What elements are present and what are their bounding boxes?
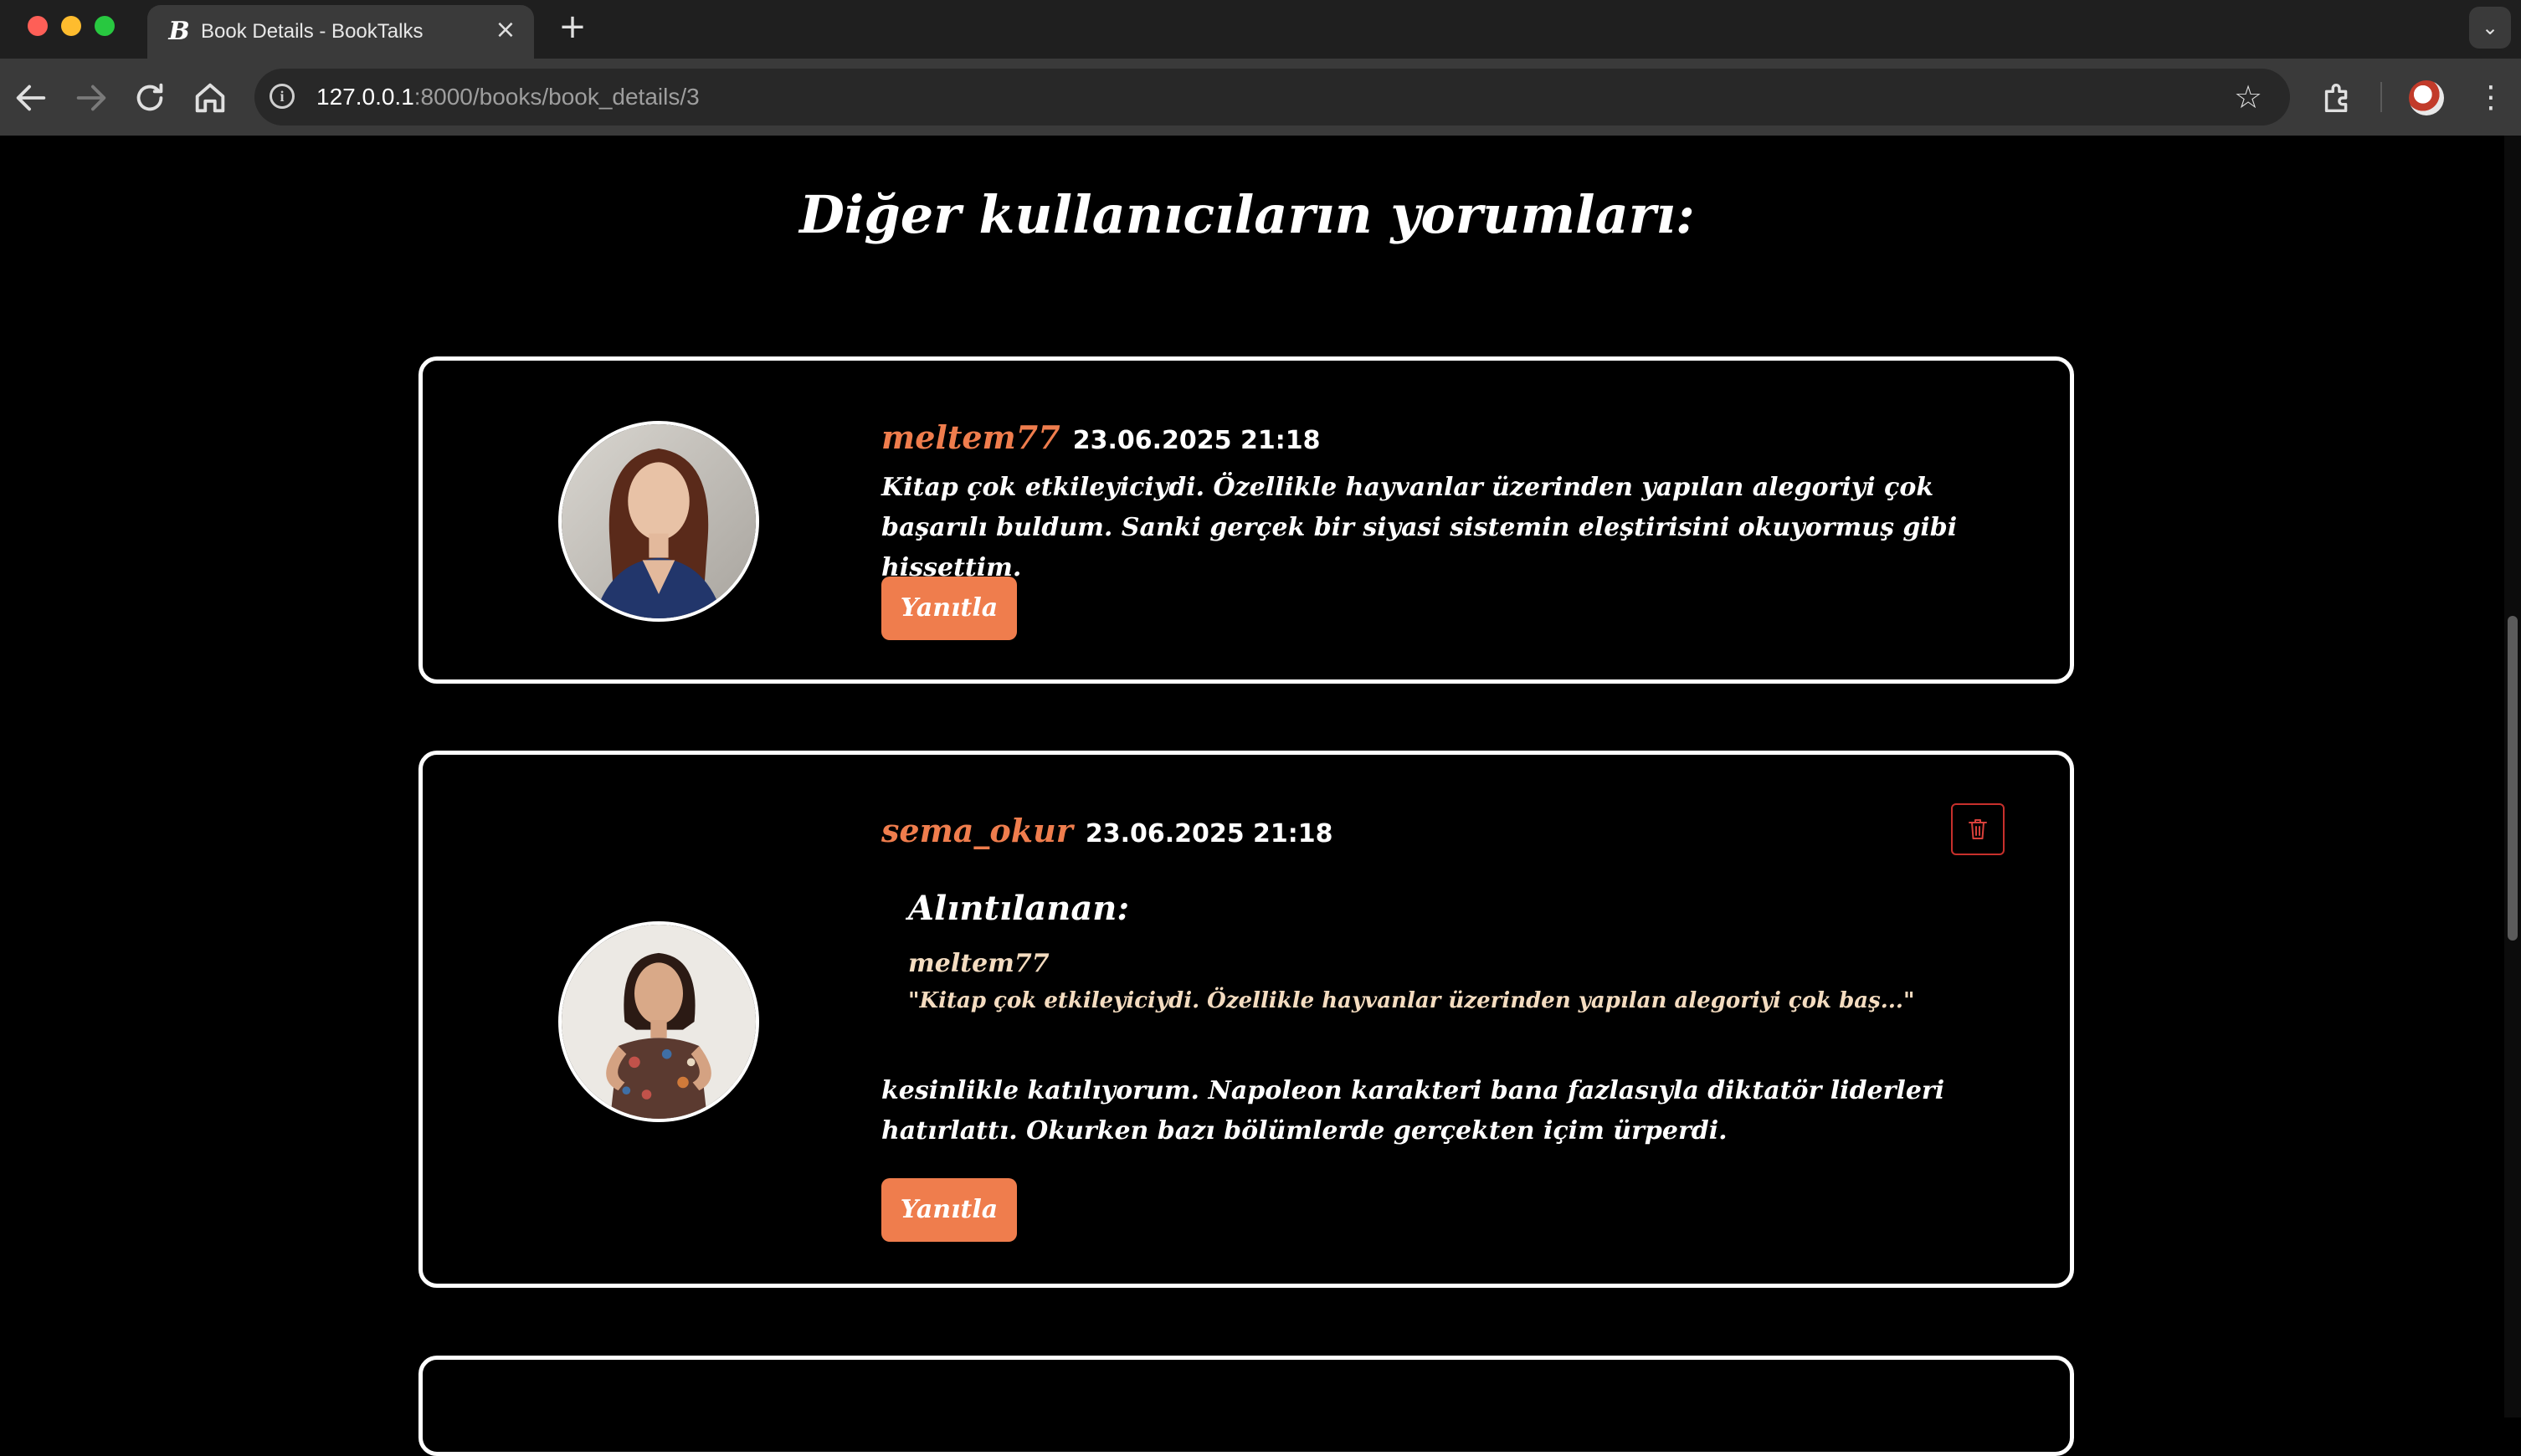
browser-tab[interactable]: B Book Details - BookTalks × — [147, 5, 534, 59]
new-tab-icon[interactable]: + — [556, 10, 589, 44]
tab-search-icon[interactable]: ⌄ — [2469, 7, 2511, 49]
tab-title: Book Details - BookTalks — [201, 20, 424, 43]
comment-header: meltem77 23.06.2025 21:18 — [881, 414, 1320, 464]
reload-icon[interactable] — [131, 79, 169, 117]
url-text[interactable]: 127.0.0.1:8000/books/book_details/3 — [316, 84, 700, 110]
extensions-icon[interactable] — [2318, 79, 2357, 117]
comment-card: meltem77 23.06.2025 21:18 Kitap çok etki… — [418, 356, 2074, 684]
bookmark-star-icon[interactable]: ☆ — [2230, 79, 2267, 115]
scrollbar-thumb[interactable] — [2508, 616, 2518, 941]
comment-card — [418, 1356, 2074, 1456]
quoted-username: meltem77 — [908, 949, 1050, 978]
home-icon[interactable] — [191, 79, 229, 117]
browser-tab-bar: B Book Details - BookTalks × + ⌄ — [0, 0, 2521, 59]
delete-comment-button[interactable] — [1951, 803, 2005, 855]
back-icon[interactable] — [12, 79, 50, 117]
comment-username[interactable]: sema_okur — [881, 812, 1073, 849]
comment-datetime: 23.06.2025 21:18 — [1085, 819, 1333, 848]
site-info-icon[interactable]: i — [270, 84, 295, 109]
page-scrollbar[interactable] — [2504, 136, 2521, 1418]
minimize-window-button[interactable] — [61, 16, 81, 36]
trash-icon — [1969, 819, 1987, 839]
quoted-text: "Kitap çok etkileyiciydi. Özellikle hayv… — [908, 988, 1915, 1013]
reply-button[interactable]: Yanıtla — [881, 577, 1017, 640]
browser-toolbar: i 127.0.0.1:8000/books/book_details/3 ☆ … — [0, 59, 2521, 136]
user-avatar — [558, 921, 759, 1122]
close-window-button[interactable] — [28, 16, 48, 36]
maximize-window-button[interactable] — [95, 16, 115, 36]
browser-menu-icon[interactable]: ⋮ — [2476, 79, 2506, 117]
favicon-icon: B — [168, 17, 190, 46]
comments-section-title: Diğer kullanıcıların yorumları: — [799, 184, 1695, 245]
comment-text: kesinlikle katılıyorum. Napoleon karakte… — [881, 1076, 1945, 1146]
address-bar[interactable]: i 127.0.0.1:8000/books/book_details/3 ☆ — [254, 69, 2290, 126]
profile-avatar-icon[interactable] — [2409, 80, 2444, 115]
quoted-comment: Alıntılanan: meltem77 "Kitap çok etkiley… — [908, 885, 1915, 1016]
comment-card: sema_okur 23.06.2025 21:18 Alıntılanan: … — [418, 751, 2074, 1288]
reply-button[interactable]: Yanıtla — [881, 1178, 1017, 1242]
comment-header: sema_okur 23.06.2025 21:18 — [881, 807, 1333, 858]
close-tab-icon[interactable]: × — [492, 17, 519, 44]
user-avatar — [558, 421, 759, 622]
comment-datetime: 23.06.2025 21:18 — [1072, 426, 1321, 455]
forward-icon[interactable] — [72, 79, 110, 117]
comment-text: Kitap çok etkileyiciydi. Özellikle hayva… — [881, 473, 1958, 582]
comment-username[interactable]: meltem77 — [881, 418, 1060, 456]
toolbar-divider — [2380, 82, 2382, 112]
quote-label: Alıntılanan: — [908, 889, 1130, 928]
